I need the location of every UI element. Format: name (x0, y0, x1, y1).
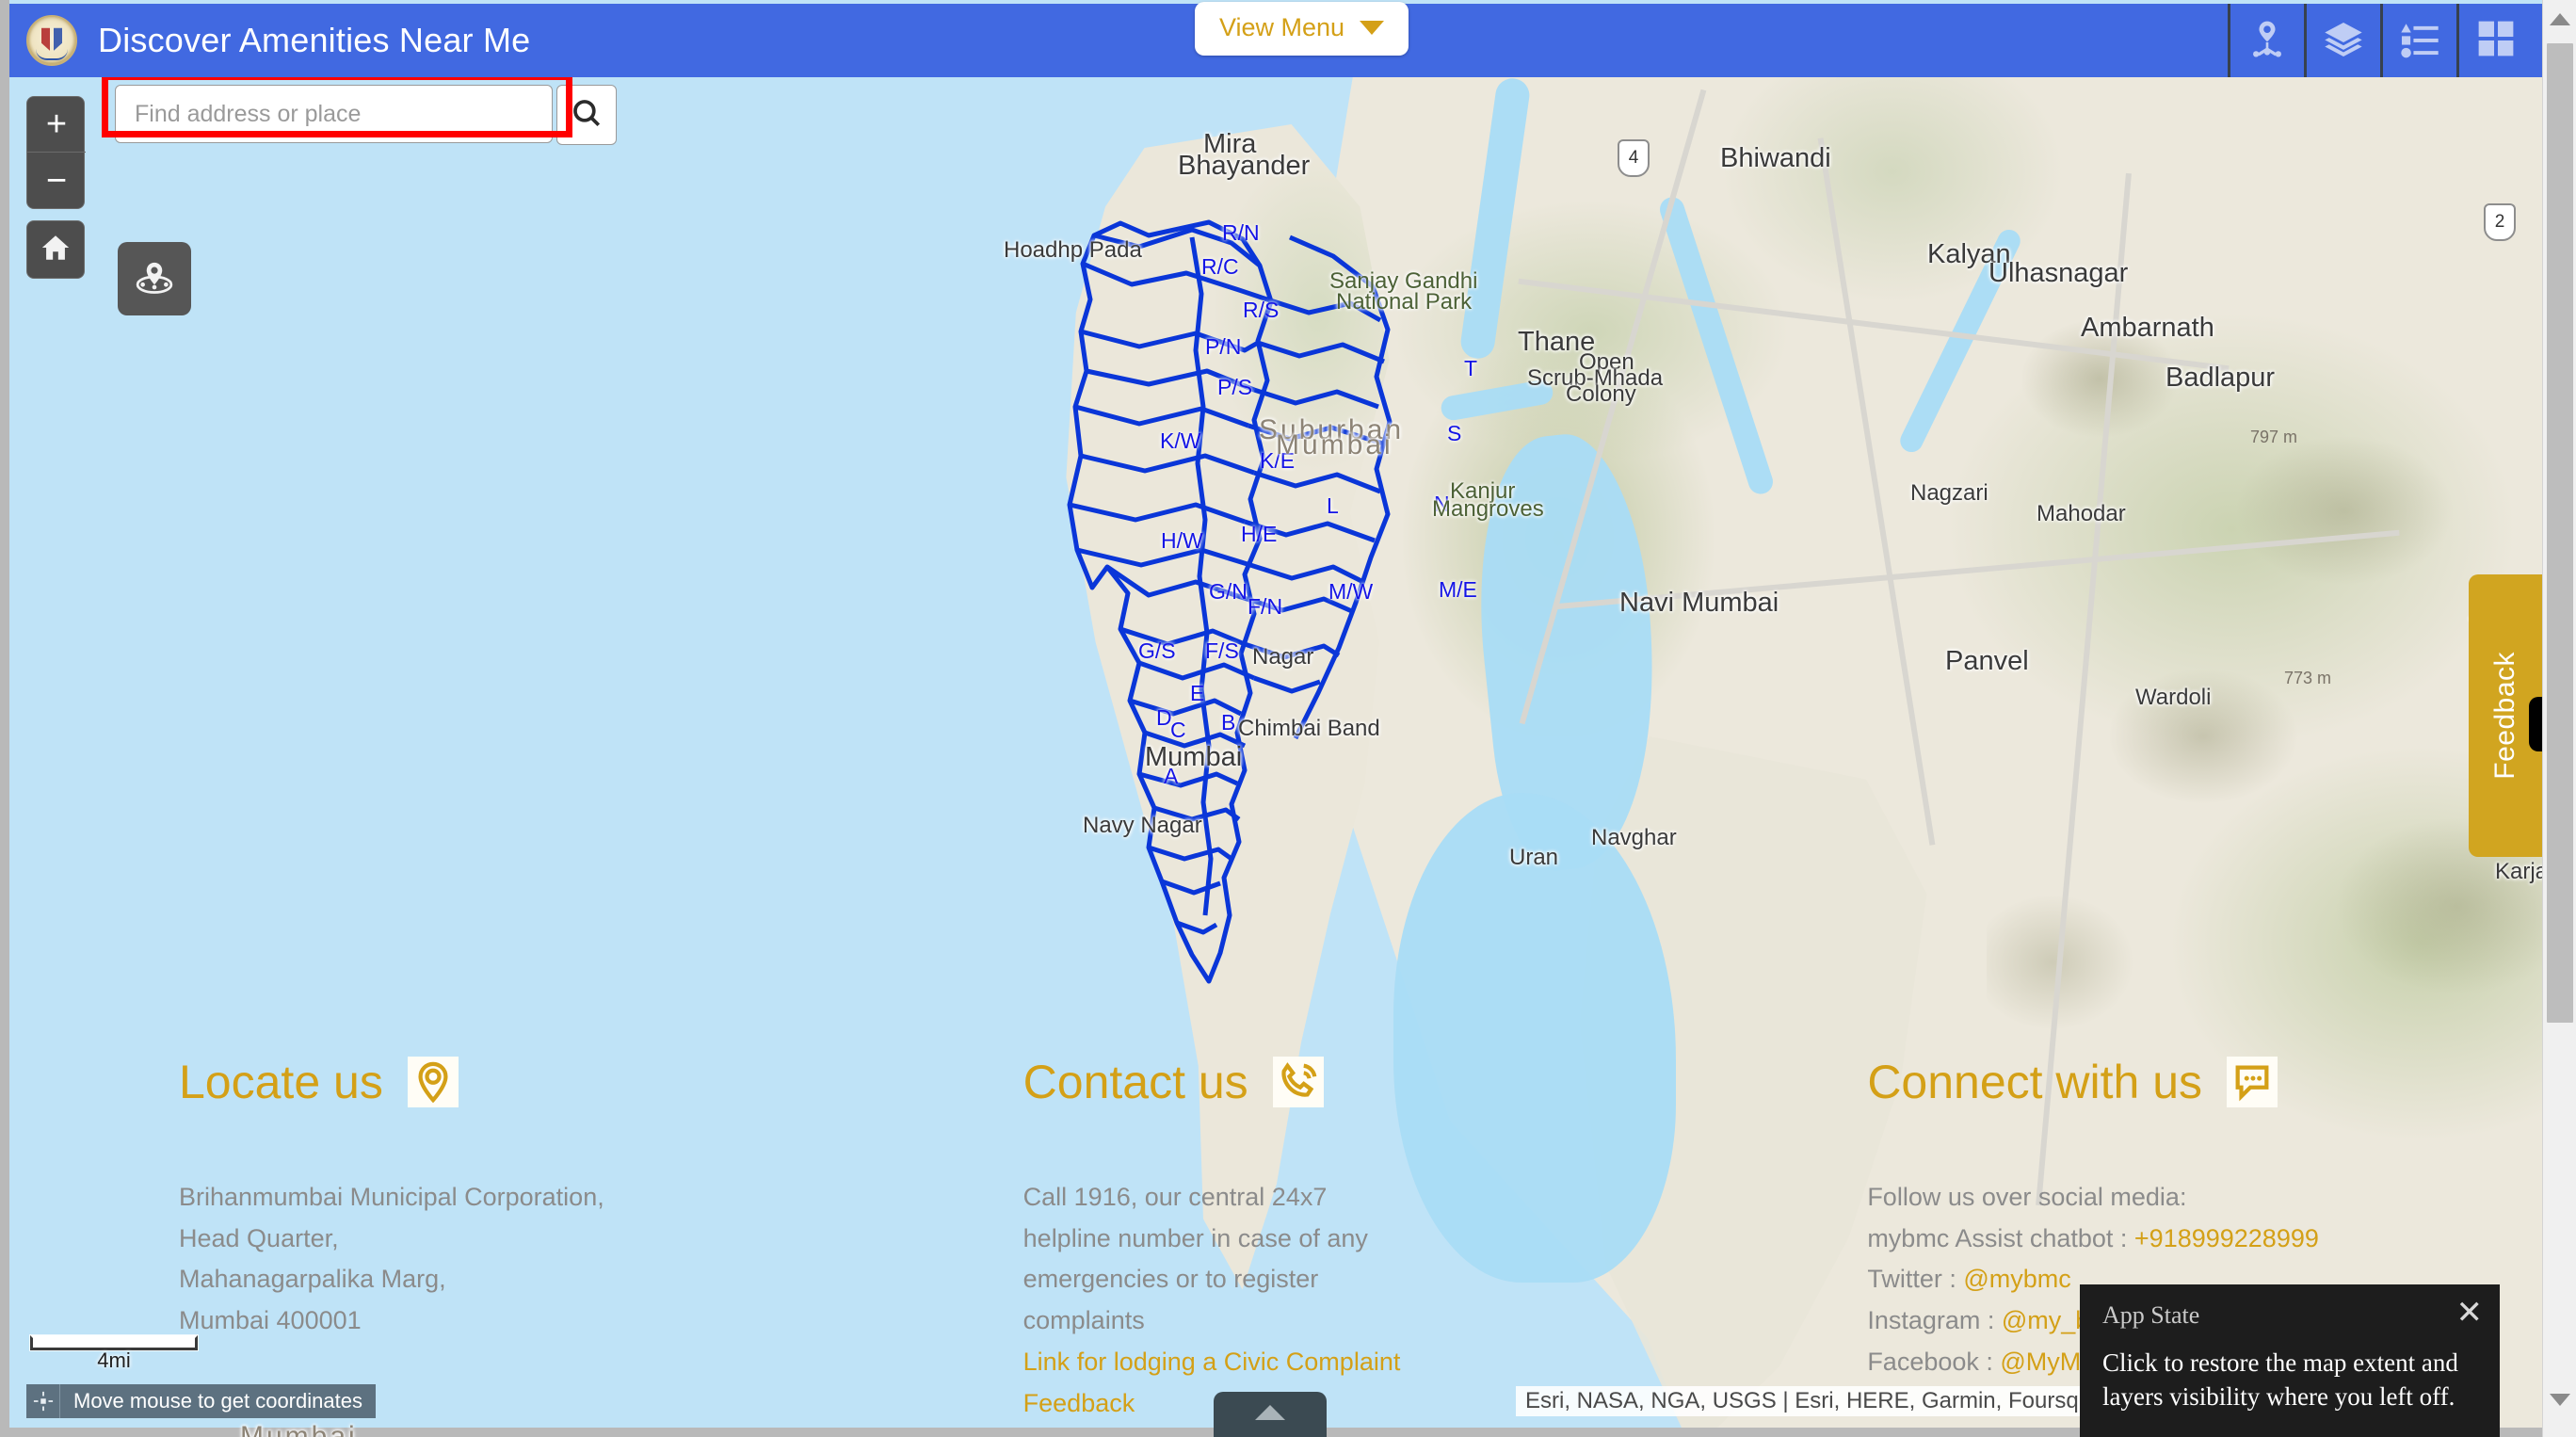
place-label-13: Colony (1566, 381, 1636, 407)
header-toolbar (2228, 4, 2533, 77)
place-label-27: Chimbai Band (1238, 716, 1380, 741)
ward-label-g-s: G/S (1138, 638, 1176, 663)
page-title: Discover Amenities Near Me (98, 21, 531, 59)
caret-up-icon (1255, 1405, 1285, 1420)
place-label-4: Ulhasnagar (1988, 258, 2129, 288)
place-label-29: Navy Nagar (1083, 813, 1202, 838)
place-label-30: Navghar (1591, 825, 1677, 850)
ward-label-m-w: M/W (1328, 579, 1374, 604)
layers-tool[interactable] (2304, 4, 2380, 77)
place-label-19: Mahodar (2037, 501, 2126, 526)
home-icon (40, 232, 72, 268)
feedback-tab-nub (2529, 697, 2542, 751)
ward-label-s: S (1447, 421, 1462, 445)
highway-shield-2: 2 (2484, 203, 2516, 241)
place-label-26: Nagar (1252, 644, 1314, 670)
map-scalebar: 4mi (30, 1335, 198, 1373)
view-menu-label: View Menu (1219, 13, 1345, 41)
ward-label-f-n: F/N (1248, 594, 1283, 619)
place-label-18: Nagzari (1910, 480, 1988, 506)
apps-tool[interactable] (2456, 4, 2533, 77)
zoom-in-button[interactable]: + (27, 97, 86, 153)
ward-label-r-n: R/N (1222, 220, 1260, 245)
legend-tool[interactable] (2380, 4, 2456, 77)
scroll-down-arrow-icon[interactable] (2549, 1394, 2570, 1406)
app-state-popup[interactable]: ✕ App State Click to restore the map ext… (2080, 1284, 2500, 1437)
place-label-28: Mumbai (1145, 742, 1243, 772)
ward-label-b: B (1221, 710, 1236, 735)
feedback-tab-label: Feedback (2489, 652, 2520, 780)
footer-collapse-button[interactable] (1214, 1392, 1327, 1437)
scroll-up-arrow-icon[interactable] (2549, 13, 2570, 25)
page-scrollbar[interactable] (2542, 0, 2576, 1437)
place-label-21: Panvel (1945, 646, 2029, 676)
home-extent-button[interactable] (26, 220, 85, 279)
highway-shield-4: 4 (1618, 139, 1650, 177)
search-icon (571, 97, 603, 134)
zoom-out-button[interactable]: − (27, 153, 86, 208)
ward-label-l: L (1327, 493, 1339, 518)
elevation-label-1: 773 m (2284, 669, 2332, 687)
ward-label-f-s: F/S (1205, 638, 1239, 663)
search-widget[interactable] (115, 85, 617, 145)
place-label-32: Karja (2495, 859, 2549, 884)
place-label-6: Badlapur (2165, 363, 2276, 393)
layers-stack-icon (2324, 19, 2363, 63)
near-me-pin-icon (2247, 19, 2287, 63)
close-icon[interactable]: ✕ (2456, 1298, 2484, 1330)
zoom-control[interactable]: + − (26, 96, 86, 209)
ward-label-h-w: H/W (1161, 528, 1203, 553)
ward-label-h-e: H/E (1241, 522, 1278, 546)
place-label-22: Wardoli (2135, 685, 2212, 710)
place-label-5: Ambarnath (2081, 313, 2214, 343)
scalebar-label: 4mi (97, 1348, 131, 1372)
chevron-down-icon (1360, 21, 1385, 35)
civic-complaint-link-line-1[interactable]: Link for lodging a Civic Complaint (1023, 1342, 1642, 1383)
place-label-8: Hoadhp Pada (1004, 237, 1142, 263)
place-label-15: Mumbai (1276, 429, 1393, 460)
ward-label-r-c: R/C (1201, 254, 1239, 279)
ward-label-p-s: P/S (1217, 375, 1253, 399)
elevation-label-0: 797 m (2250, 428, 2298, 446)
legend-list-icon (2400, 19, 2439, 63)
view-menu-button[interactable]: View Menu (1195, 2, 1409, 56)
place-label-17: Mangroves (1432, 496, 1544, 522)
search-button[interactable] (556, 85, 617, 145)
ward-label-k-w: K/W (1160, 428, 1201, 453)
app-root: + − 4mi Move mouse to get coordinates Es… (0, 0, 2576, 1437)
place-label-31: Uran (1509, 845, 1559, 870)
ward-label-m-e: M/E (1439, 577, 1477, 602)
ward-label-t: T (1464, 356, 1478, 380)
place-label-33: Mumbai (240, 1421, 358, 1437)
near-me-tool[interactable] (2228, 4, 2304, 77)
app-state-title: App State (2102, 1301, 2200, 1329)
place-label-20: Navi Mumbai (1619, 588, 1779, 618)
near-me-map-pin-icon (134, 256, 175, 302)
ward-label-p-n: P/N (1205, 334, 1242, 359)
ward-label-e: E (1190, 681, 1205, 705)
app-state-message: Click to restore the map extent and laye… (2102, 1348, 2458, 1411)
place-label-10: National Park (1336, 289, 1473, 315)
coordinates-widget[interactable]: Move mouse to get coordinates (26, 1384, 376, 1418)
ward-label-g-n: G/N (1209, 579, 1248, 604)
grid-apps-icon (2476, 19, 2516, 63)
ward-label-r-s: R/S (1243, 298, 1280, 322)
coordinates-text: Move mouse to get coordinates (73, 1389, 362, 1413)
place-label-1: Bhayander (1178, 151, 1311, 181)
search-input[interactable] (115, 85, 553, 143)
ward-label-c: C (1170, 718, 1186, 742)
crosshair-icon (26, 1384, 60, 1418)
place-label-2: Bhiwandi (1720, 143, 1831, 173)
map-canvas[interactable]: + − 4mi Move mouse to get coordinates Es… (9, 77, 2542, 1428)
bmc-crest-logo (26, 15, 77, 66)
scrollbar-thumb[interactable] (2547, 43, 2573, 1023)
near-me-button[interactable] (118, 242, 191, 315)
